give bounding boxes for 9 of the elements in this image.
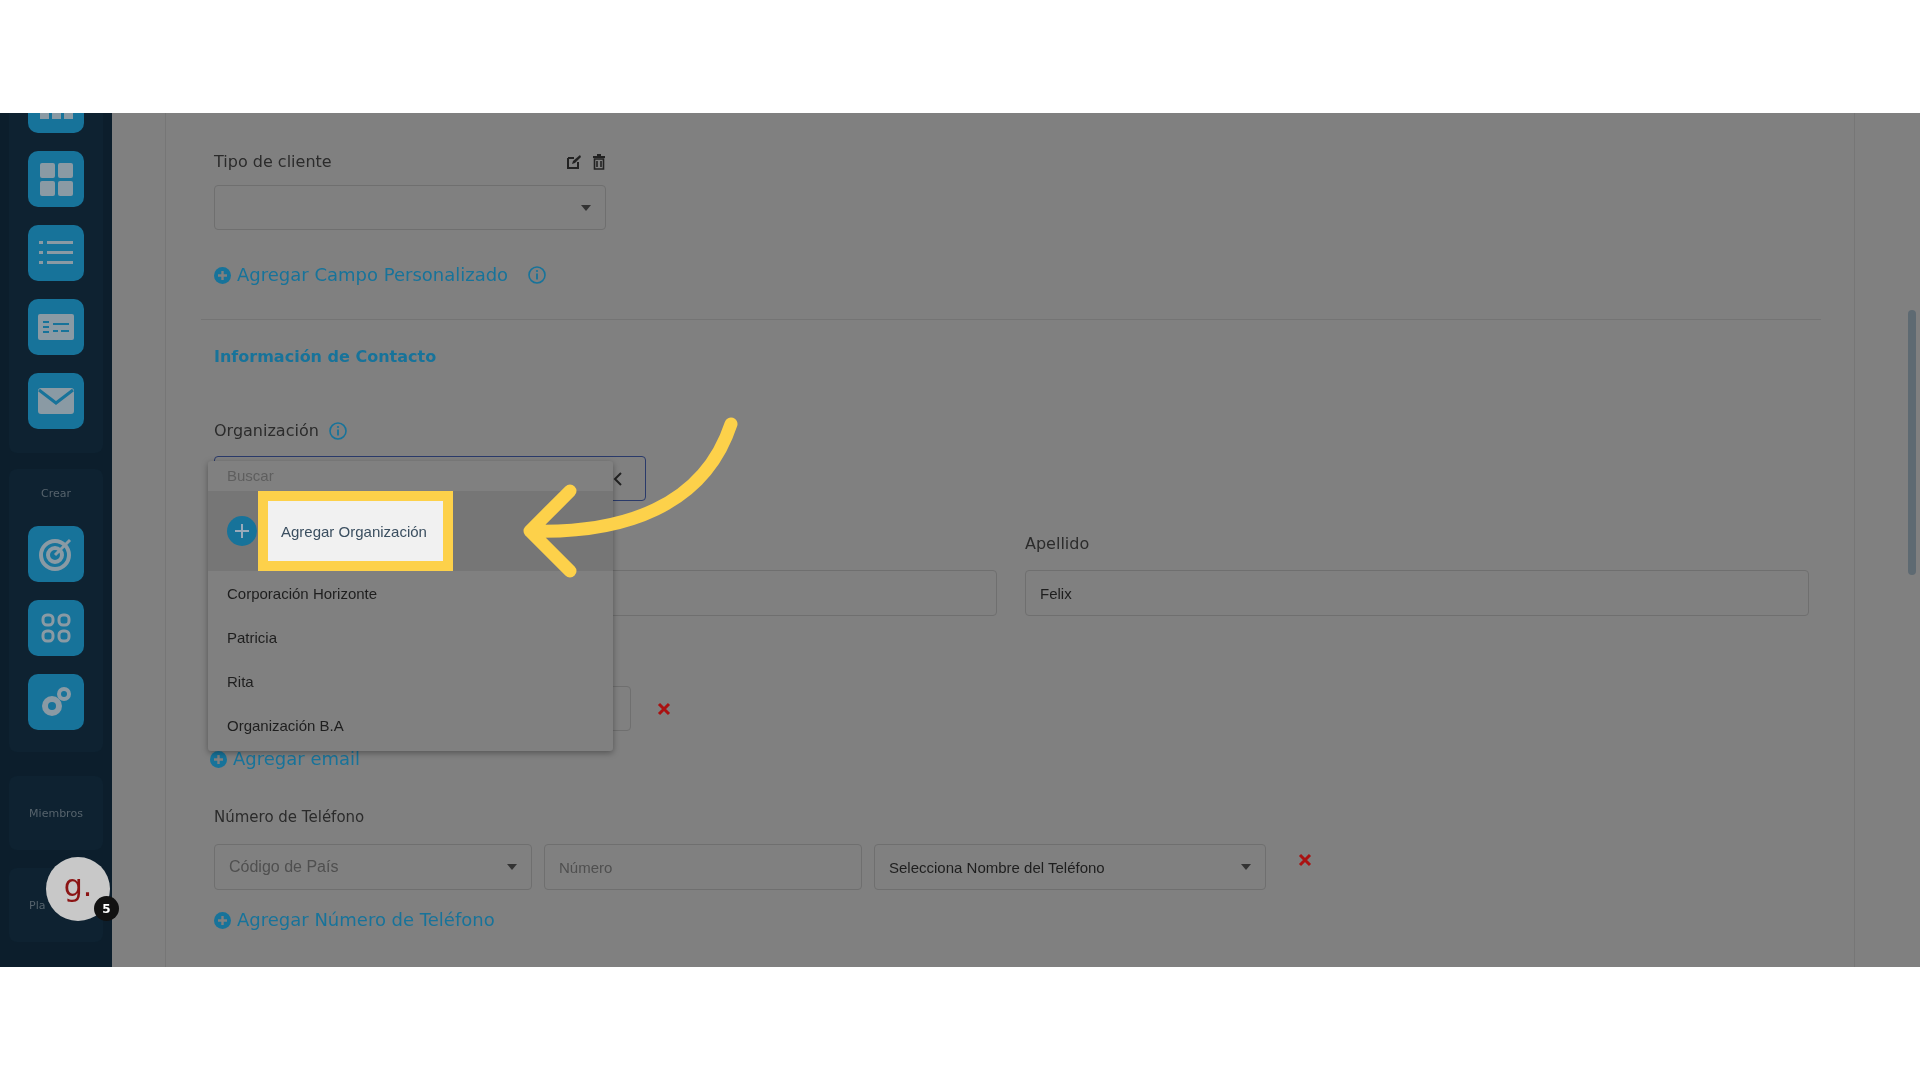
create-label: Crear (41, 487, 71, 500)
field-label: Organización (214, 421, 319, 441)
field-label: Tipo de cliente (214, 152, 332, 172)
field-label: Apellido (1025, 534, 1091, 554)
field-label: Número de Teléfono (214, 807, 365, 827)
members-label: Miembros (29, 806, 83, 820)
plan-label: Pla (29, 898, 46, 912)
section-title: Información de Contacto (214, 347, 437, 367)
notification-badge: 5 (94, 896, 119, 921)
